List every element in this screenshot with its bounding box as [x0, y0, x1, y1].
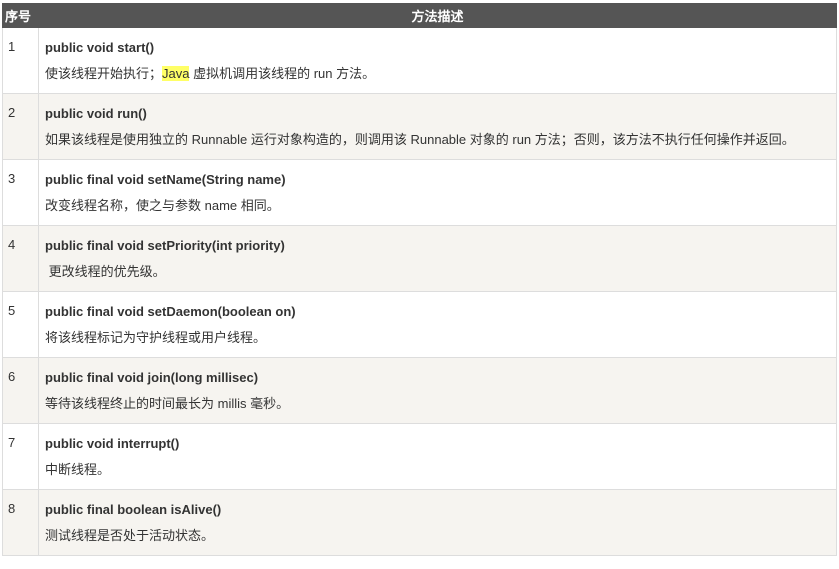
description-text: 使该线程开始执行； — [45, 66, 163, 81]
method-signature: public final void join(long millisec) — [45, 370, 259, 385]
method-cell: public final void join(long millisec) 等待… — [38, 357, 837, 424]
row-number: 7 — [2, 423, 39, 490]
table-row: 3 public final void setName(String name)… — [2, 159, 837, 226]
row-number: 2 — [2, 93, 39, 160]
table-body: 1 public void start() 使该线程开始执行；Java 虚拟机调… — [2, 27, 837, 556]
method-cell: public final void setDaemon(boolean on) … — [38, 291, 837, 358]
column-header-description: 方法描述 — [38, 3, 837, 28]
method-cell: public void run() 如果该线程是使用独立的 Runnable 运… — [38, 93, 837, 160]
row-number: 6 — [2, 357, 39, 424]
highlighted-keyword: Java — [162, 66, 190, 81]
method-description: 改变线程名称，使之与参数 name 相同。 — [45, 198, 280, 213]
method-description: 测试线程是否处于活动状态。 — [45, 528, 215, 543]
method-signature: public final void setPriority(int priori… — [45, 238, 285, 253]
methods-table-container: 序号 方法描述 1 public void start() 使该线程开始执行；J… — [2, 3, 837, 556]
table-row: 4 public final void setPriority(int prio… — [2, 225, 837, 292]
method-description: 如果该线程是使用独立的 Runnable 运行对象构造的，则调用该 Runnab… — [45, 132, 795, 147]
method-signature: public void interrupt() — [45, 436, 180, 451]
table-row: 7 public void interrupt() 中断线程。 — [2, 423, 837, 490]
method-cell: public final boolean isAlive() 测试线程是否处于活… — [38, 489, 837, 556]
method-cell: public final void setName(String name) 改… — [38, 159, 837, 226]
row-number: 1 — [2, 27, 39, 94]
thread-methods-table: 序号 方法描述 1 public void start() 使该线程开始执行；J… — [2, 3, 837, 556]
table-row: 5 public final void setDaemon(boolean on… — [2, 291, 837, 358]
row-number: 4 — [2, 225, 39, 292]
method-cell: public void interrupt() 中断线程。 — [38, 423, 837, 490]
method-signature: public final void setName(String name) — [45, 172, 286, 187]
row-number: 8 — [2, 489, 39, 556]
method-signature: public void run() — [45, 106, 147, 121]
row-number: 5 — [2, 291, 39, 358]
method-signature: public void start() — [45, 40, 155, 55]
row-number: 3 — [2, 159, 39, 226]
table-header: 序号 方法描述 — [2, 3, 837, 28]
method-cell: public void start() 使该线程开始执行；Java 虚拟机调用该… — [38, 27, 837, 94]
column-header-number: 序号 — [2, 3, 39, 28]
method-description: 将该线程标记为守护线程或用户线程。 — [45, 330, 267, 345]
header-row: 序号 方法描述 — [2, 3, 837, 28]
method-signature: public final void setDaemon(boolean on) — [45, 304, 296, 319]
table-row: 1 public void start() 使该线程开始执行；Java 虚拟机调… — [2, 27, 837, 94]
method-description: 更改线程的优先级。 — [45, 264, 166, 279]
method-description: 中断线程。 — [45, 462, 111, 477]
description-text: 虚拟机调用该线程的 run 方法。 — [189, 66, 376, 81]
table-row: 2 public void run() 如果该线程是使用独立的 Runnable… — [2, 93, 837, 160]
method-signature: public final boolean isAlive() — [45, 502, 222, 517]
table-row: 8 public final boolean isAlive() 测试线程是否处… — [2, 489, 837, 556]
method-cell: public final void setPriority(int priori… — [38, 225, 837, 292]
method-description: 等待该线程终止的时间最长为 millis 毫秒。 — [45, 396, 290, 411]
table-row: 6 public final void join(long millisec) … — [2, 357, 837, 424]
method-description: 使该线程开始执行；Java 虚拟机调用该线程的 run 方法。 — [45, 65, 836, 82]
